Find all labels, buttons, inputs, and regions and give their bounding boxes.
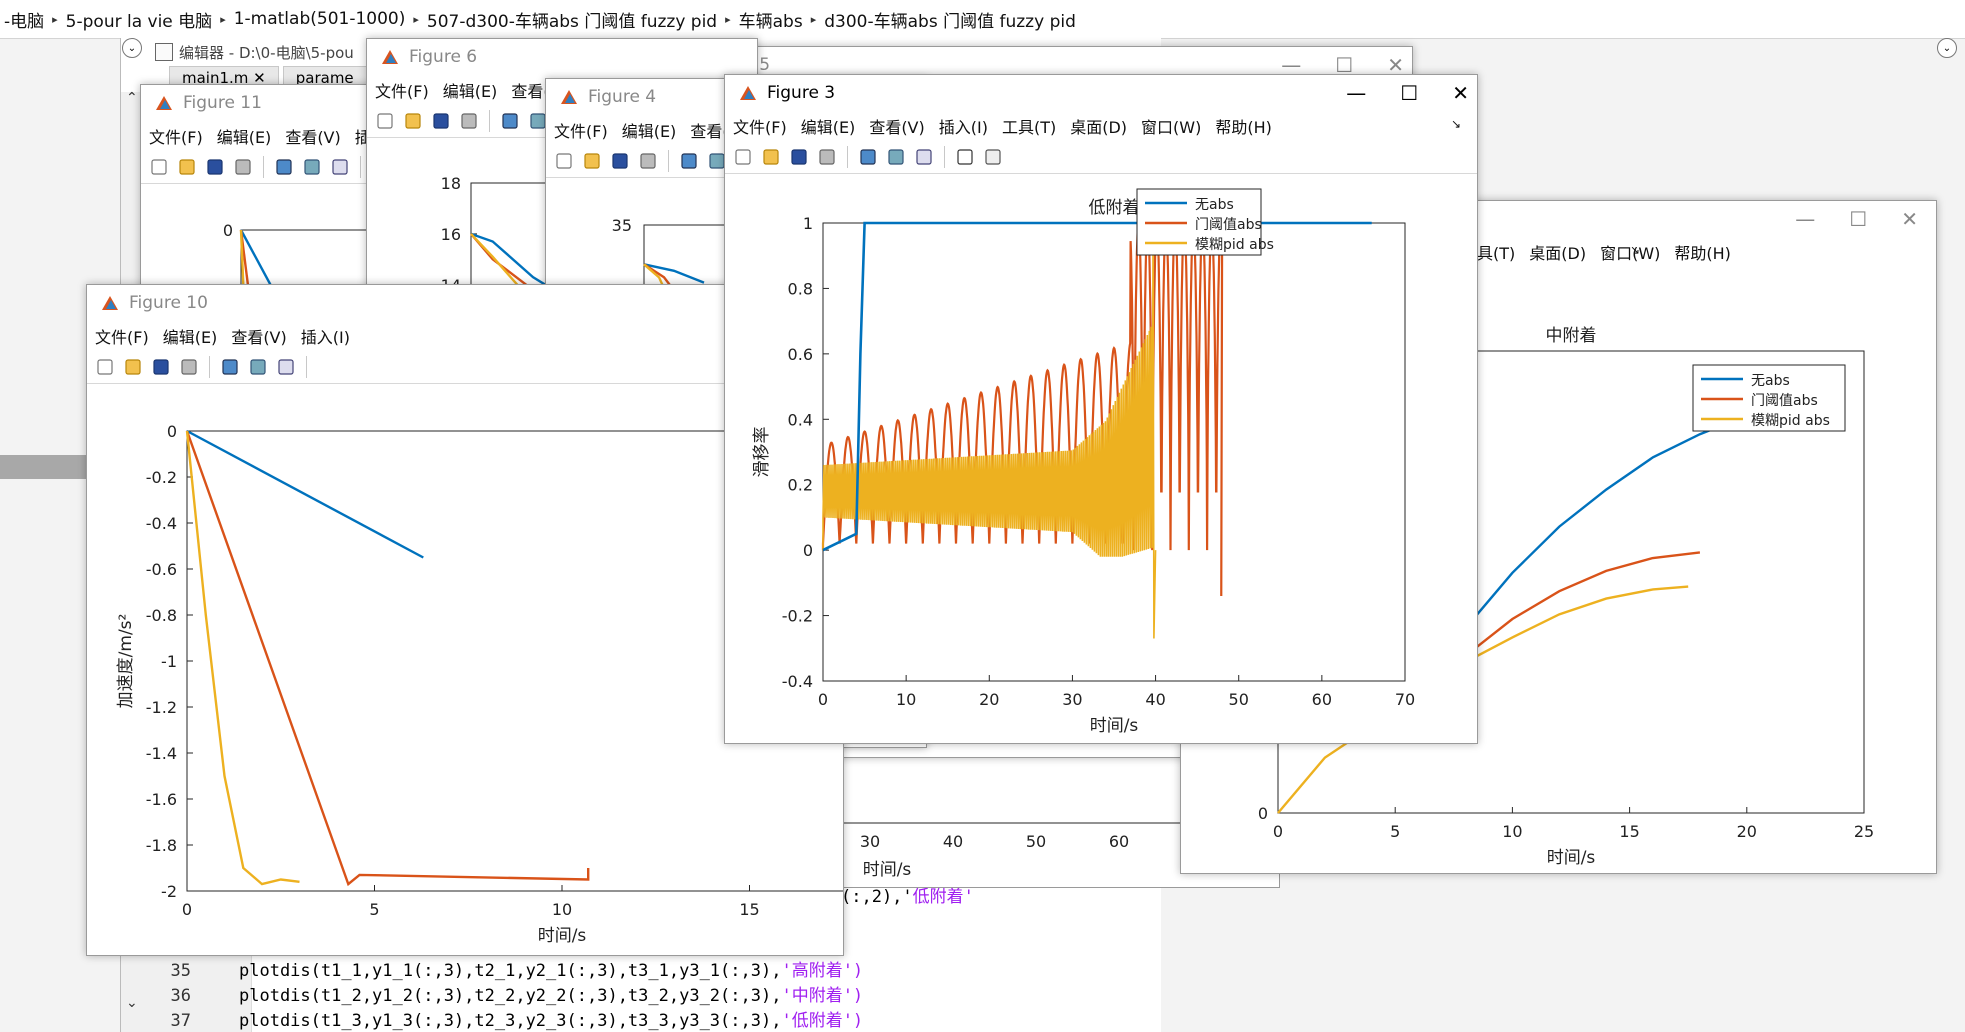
y-tick-label: -1 bbox=[161, 652, 177, 671]
x-axis-label: 时间/s bbox=[538, 926, 587, 946]
y-tick-label: 1 bbox=[803, 214, 813, 233]
y-tick-label: 18 bbox=[441, 174, 461, 193]
y-tick-label: -1.4 bbox=[146, 744, 177, 763]
x-tick-label: 60 bbox=[1109, 832, 1129, 851]
y-tick-label: 35 bbox=[612, 216, 632, 235]
y-tick-label: -0.2 bbox=[782, 607, 813, 626]
y-tick-label: -0.8 bbox=[146, 606, 177, 625]
x-tick-label: 15 bbox=[1619, 822, 1639, 841]
legend-label: 门阈值abs bbox=[1751, 393, 1818, 409]
plot-title: 低附着 bbox=[1089, 198, 1140, 218]
y-tick-label: 0.8 bbox=[788, 279, 813, 298]
y-tick-label: -1.6 bbox=[146, 790, 177, 809]
breadcrumb-item[interactable]: -电脑 bbox=[0, 7, 48, 32]
x-tick-label: 0 bbox=[818, 690, 828, 709]
x-tick-label: 10 bbox=[552, 900, 572, 919]
y-tick-label: -1.2 bbox=[146, 698, 177, 717]
x-tick-label: 0 bbox=[1273, 822, 1283, 841]
y-tick-label: 0.4 bbox=[788, 410, 813, 429]
scroll-down-icon[interactable]: ⌄ bbox=[126, 995, 138, 1011]
y-tick-label: 0 bbox=[1258, 804, 1268, 823]
x-tick-label: 5 bbox=[369, 900, 379, 919]
editor-title: 编辑器 - D:\0-电脑\5-pou bbox=[179, 43, 354, 62]
x-tick-label: 10 bbox=[1502, 822, 1522, 841]
editor-icon bbox=[155, 43, 173, 61]
y-tick-label: 0 bbox=[223, 221, 233, 240]
breadcrumb-separator-icon: ▸ bbox=[220, 12, 226, 26]
breadcrumb: -电脑 ▸ 5-pour la vie 电脑 ▸ 1-matlab(501-1000) ▸… bbox=[0, 0, 1965, 39]
y-tick-label: 0.2 bbox=[788, 476, 813, 495]
x-axis-label: 时间/s bbox=[863, 860, 912, 880]
plot-title: 中附着 bbox=[1546, 326, 1597, 346]
legend-label: 模糊pid abs bbox=[1751, 413, 1830, 429]
code-line: 37 plotdis(t1_3,y1_3(:,3),t2_3,y2_3(:,3),… bbox=[170, 1011, 864, 1031]
breadcrumb-item[interactable]: 507-d300-车辆abs 门阈值 fuzzy pid bbox=[423, 7, 721, 32]
x-tick-label: 20 bbox=[979, 690, 999, 709]
y-axis-label: 加速度/m/s² bbox=[116, 614, 136, 709]
fig3-plot: 0 10 20 30 40 50 60 70 1 0.8 0.6 0.4 0.2 0 -0.2 -0.4 时间/… bbox=[752, 188, 1415, 736]
x-axis-label: 时间/s bbox=[1547, 848, 1596, 868]
y-tick-label: -0.4 bbox=[782, 672, 813, 691]
x-tick-label: 15 bbox=[739, 900, 759, 919]
code-line: 36 plotdis(t1_2,y1_2(:,3),t2_2,y2_2(:,3),… bbox=[170, 986, 864, 1006]
chevron-down-icon[interactable]: ⌄ bbox=[1937, 38, 1957, 58]
breadcrumb-item[interactable]: d300-车辆abs 门阈值 fuzzy pid bbox=[820, 7, 1080, 32]
y-tick-label: -0.4 bbox=[146, 514, 177, 533]
collapse-icon[interactable]: ⌄ bbox=[122, 38, 142, 58]
x-tick-label: 30 bbox=[860, 832, 880, 851]
figure-window-3[interactable]: Figure 3 — ☐ ✕ 文件(F) 编辑(E) 查看(V) 插入(I) 工具(… bbox=[724, 74, 1478, 744]
x-tick-label: 40 bbox=[1145, 690, 1165, 709]
breadcrumb-item[interactable]: 1-matlab(501-1000) bbox=[230, 9, 410, 29]
x-tick-label: 25 bbox=[1854, 822, 1874, 841]
x-tick-label: 40 bbox=[943, 832, 963, 851]
legend-label: 无abs bbox=[1195, 197, 1234, 213]
x-tick-label: 70 bbox=[1395, 690, 1415, 709]
y-tick-label: 0.6 bbox=[788, 345, 813, 364]
breadcrumb-item[interactable]: 车辆abs bbox=[735, 7, 807, 32]
y-tick-label: 16 bbox=[441, 225, 461, 244]
breadcrumb-separator-icon: ▸ bbox=[413, 12, 419, 26]
y-tick-label: -0.6 bbox=[146, 560, 177, 579]
x-tick-label: 20 bbox=[1737, 822, 1757, 841]
breadcrumb-separator-icon: ▸ bbox=[52, 12, 58, 26]
y-tick-label: 0 bbox=[167, 422, 177, 441]
x-tick-label: 30 bbox=[1062, 690, 1082, 709]
y-axis-label: 滑移率 bbox=[752, 427, 772, 478]
y-tick-label: -1.8 bbox=[146, 836, 177, 855]
y-tick-label: 0 bbox=[803, 541, 813, 560]
scroll-up-icon[interactable]: ⌃ bbox=[126, 90, 138, 106]
x-axis-label: 时间/s bbox=[1090, 716, 1139, 736]
x-tick-label: 5 bbox=[1390, 822, 1400, 841]
x-tick-label: 50 bbox=[1026, 832, 1046, 851]
breadcrumb-separator-icon: ▸ bbox=[810, 12, 817, 26]
breadcrumb-item[interactable]: 5-pour la vie 电脑 bbox=[62, 7, 217, 32]
x-tick-label: 50 bbox=[1229, 690, 1249, 709]
breadcrumb-separator-icon: ▸ bbox=[725, 12, 731, 26]
x-tick-label: 60 bbox=[1312, 690, 1332, 709]
legend-label: 模糊pid abs bbox=[1195, 237, 1274, 253]
legend-label: 门阈值abs bbox=[1195, 217, 1262, 233]
y-tick-label: -2 bbox=[161, 882, 177, 901]
legend-label: 无abs bbox=[1751, 373, 1790, 389]
x-tick-label: 0 bbox=[182, 900, 192, 919]
x-tick-label: 10 bbox=[896, 690, 916, 709]
y-tick-label: -0.2 bbox=[146, 468, 177, 487]
code-line: 35 plotdis(t1_1,y1_1(:,3),t2_1,y2_1(:,3),… bbox=[170, 961, 864, 981]
